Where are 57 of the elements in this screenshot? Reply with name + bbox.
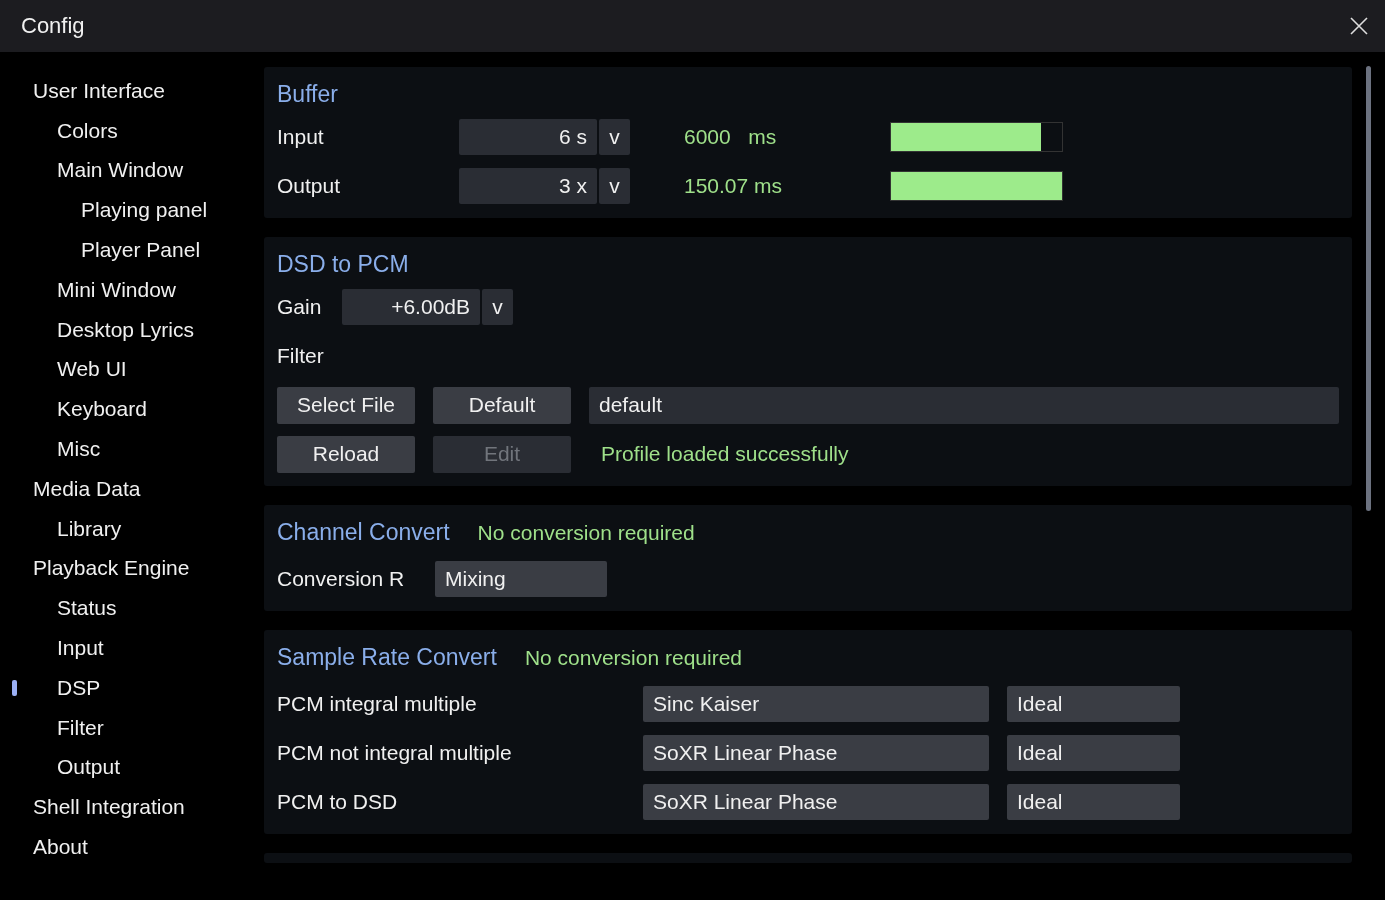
- sidebar-item[interactable]: Colors: [0, 118, 118, 143]
- mode-dropdown[interactable]: Mixing: [435, 561, 607, 597]
- window-title: Config: [21, 13, 85, 39]
- sidebar-item[interactable]: About: [0, 835, 88, 860]
- reading-text: 6000 ms: [684, 125, 778, 149]
- quality-dropdown[interactable]: Ideal: [1007, 784, 1180, 820]
- sidebar-item[interactable]: Media Data: [0, 476, 141, 501]
- sidebar-item[interactable]: Status: [0, 596, 117, 621]
- sidebar-item[interactable]: User Interface: [0, 78, 165, 103]
- field-label: PCM integral multiple: [277, 692, 478, 716]
- field-label: PCM not integral multiple: [277, 741, 513, 765]
- field-label: Output: [277, 174, 342, 198]
- field-label: Conversion R: [277, 567, 406, 591]
- action-button[interactable]: Reload: [277, 435, 415, 473]
- status-text: No conversion required: [524, 645, 742, 670]
- sidebar-item[interactable]: Shell Integration: [0, 795, 185, 820]
- sidebar-item[interactable]: Library: [0, 516, 122, 541]
- method-dropdown[interactable]: SoXR Linear Phase: [643, 784, 989, 820]
- quality-dropdown[interactable]: Ideal: [1007, 686, 1180, 722]
- file-field[interactable]: default: [589, 386, 1339, 424]
- reading-text: 150.07 ms: [684, 174, 784, 198]
- sidebar-item[interactable]: Output: [0, 755, 121, 780]
- sidebar-item[interactable]: Input: [0, 636, 104, 661]
- gain-field[interactable]: +6.00dB: [342, 289, 480, 325]
- sidebar-item[interactable]: Playback Engine: [0, 556, 190, 581]
- action-button[interactable]: Select File: [277, 386, 415, 424]
- value-field[interactable]: 3 x: [459, 168, 597, 204]
- dropdown-button[interactable]: v: [599, 168, 630, 204]
- field-label: Filter: [277, 344, 324, 368]
- close-icon[interactable]: [1349, 16, 1369, 36]
- sidebar-item[interactable]: Main Window: [0, 158, 184, 183]
- sidebar-item[interactable]: Filter: [0, 715, 104, 740]
- dropdown-button[interactable]: v: [599, 119, 630, 155]
- sidebar-item[interactable]: Desktop Lyrics: [0, 317, 194, 342]
- sidebar-item[interactable]: Player Panel: [0, 238, 201, 263]
- sidebar-item[interactable]: Mini Window: [0, 277, 177, 302]
- sidebar-item[interactable]: Web UI: [0, 357, 127, 382]
- method-dropdown[interactable]: Sinc Kaiser: [643, 686, 989, 722]
- field-label: Gain: [277, 295, 323, 319]
- value-field[interactable]: 6 s: [459, 119, 597, 155]
- scrollbar-thumb[interactable]: [1366, 66, 1371, 511]
- quality-dropdown[interactable]: Ideal: [1007, 735, 1180, 771]
- status-text: No conversion required: [477, 520, 695, 545]
- sidebar-item[interactable]: Playing panel: [0, 198, 208, 223]
- dropdown-button[interactable]: v: [482, 289, 513, 325]
- section-title: Buffer: [277, 81, 339, 108]
- field-label: Input: [277, 125, 325, 149]
- sidebar-item[interactable]: DSP: [0, 675, 101, 700]
- section-title: Sample Rate Convert: [277, 644, 497, 671]
- method-dropdown[interactable]: SoXR Linear Phase: [643, 735, 989, 771]
- status-text: Profile loaded successfully: [601, 442, 849, 466]
- section-title: DSD to PCM: [277, 251, 410, 278]
- sidebar-item[interactable]: Keyboard: [0, 397, 147, 422]
- field-label: PCM to DSD: [277, 790, 399, 814]
- section-title: Channel Convert: [277, 519, 450, 546]
- sidebar-item[interactable]: Misc: [0, 437, 101, 462]
- action-button[interactable]: Default: [433, 386, 571, 424]
